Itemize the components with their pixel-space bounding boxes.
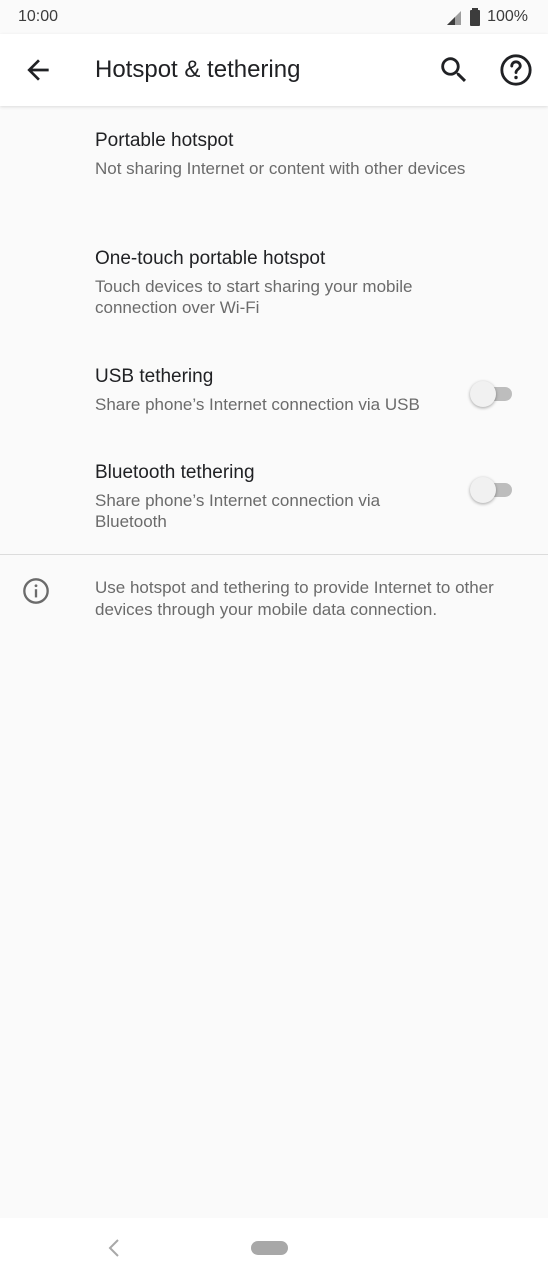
item-subtitle: Share phone’s Internet connection via US… xyxy=(95,395,420,414)
item-title: Portable hotspot xyxy=(95,130,234,151)
usb-tethering-item[interactable]: USB tethering Share phone’s Internet con… xyxy=(0,342,548,438)
arrow-back-icon[interactable] xyxy=(22,54,54,86)
status-icons: 100% xyxy=(445,8,528,26)
info-footer-text: Use hotspot and tethering to provide Int… xyxy=(95,578,494,619)
item-title: Bluetooth tethering xyxy=(95,462,255,483)
one-touch-hotspot-item[interactable]: One-touch portable hotspot Touch devices… xyxy=(0,224,548,342)
info-icon xyxy=(23,578,49,604)
toggle-thumb xyxy=(470,381,496,407)
item-title: USB tethering xyxy=(95,366,214,387)
settings-list: Portable hotspot Not sharing Internet or… xyxy=(0,106,548,554)
bluetooth-tethering-toggle[interactable] xyxy=(470,474,514,504)
item-title: One-touch portable hotspot xyxy=(95,248,326,269)
status-time: 10:00 xyxy=(18,8,59,25)
toggle-thumb xyxy=(470,477,496,503)
battery-level: 100% xyxy=(487,8,528,25)
page-title: Hotspot & tethering xyxy=(95,56,301,83)
item-subtitle: Not sharing Internet or content with oth… xyxy=(95,159,466,178)
item-subtitle: Touch devices to start sharing your mobi… xyxy=(95,277,413,317)
search-icon[interactable] xyxy=(437,53,471,87)
navigation-bar xyxy=(0,1218,548,1282)
usb-tethering-toggle[interactable] xyxy=(470,378,514,408)
status-bar: 10:00 100% xyxy=(0,0,548,34)
portable-hotspot-item[interactable]: Portable hotspot Not sharing Internet or… xyxy=(0,106,548,224)
nav-home-pill[interactable] xyxy=(251,1241,288,1255)
bluetooth-tethering-item[interactable]: Bluetooth tethering Share phone’s Intern… xyxy=(0,438,548,554)
signal-icon xyxy=(447,11,462,25)
battery-icon xyxy=(470,8,481,26)
section-divider xyxy=(0,554,548,555)
item-subtitle: Share phone’s Internet connection via Bl… xyxy=(95,491,381,531)
app-bar: Hotspot & tethering xyxy=(0,34,548,106)
nav-back-icon[interactable] xyxy=(104,1236,124,1260)
help-icon[interactable] xyxy=(499,53,533,87)
